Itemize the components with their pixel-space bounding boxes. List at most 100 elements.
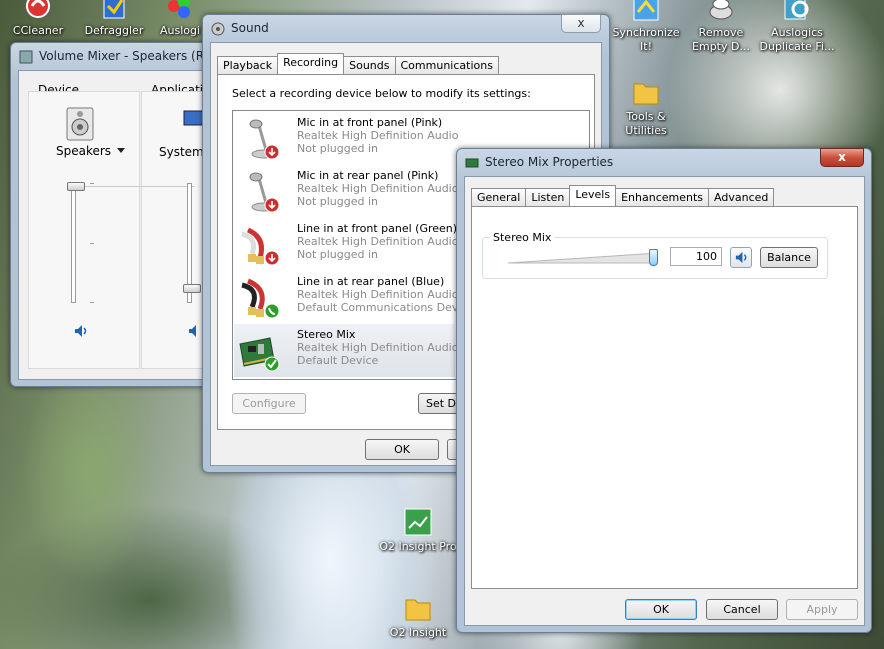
device-name: Line in at rear panel (Blue) bbox=[297, 275, 445, 288]
device-tick bbox=[90, 183, 94, 184]
tab-levels[interactable]: Levels bbox=[569, 185, 617, 206]
speakers-device-name[interactable]: Speakers bbox=[56, 144, 111, 158]
instruction-text: Select a recording device below to modif… bbox=[232, 87, 531, 100]
app-mute-speaker-icon[interactable] bbox=[187, 323, 203, 339]
window-title: Stereo Mix Properties bbox=[485, 155, 614, 169]
tab-enhancements[interactable]: Enhancements bbox=[615, 188, 710, 206]
device-status: Default Communications Device bbox=[297, 301, 475, 314]
device-driver: Realtek High Definition Audio bbox=[297, 288, 459, 301]
device-tick bbox=[90, 243, 94, 244]
device-status: Not plugged in bbox=[297, 142, 379, 155]
device-name: Mic in at front panel (Pink) bbox=[297, 116, 443, 129]
properties-tabs: General Listen Levels Enhancements Advan… bbox=[471, 185, 775, 206]
sound-tabs: Playback Recording Sounds Communications bbox=[217, 53, 499, 74]
close-button[interactable]: x bbox=[820, 148, 864, 167]
speaker-icon bbox=[735, 251, 747, 264]
volume-mixer-window[interactable]: Volume Mixer - Speakers (Real Device App… bbox=[10, 42, 222, 387]
tab-general[interactable]: General bbox=[471, 188, 527, 206]
o2-insight-icon bbox=[404, 508, 432, 536]
tab-recording[interactable]: Recording bbox=[277, 53, 345, 74]
device-driver: Realtek High Definition Audio bbox=[297, 341, 459, 354]
cancel-button[interactable]: Cancel bbox=[706, 599, 778, 620]
list-item[interactable]: Line in at rear panel (Blue) Realtek Hig… bbox=[234, 271, 474, 324]
desktop-icon-remove-empty[interactable]: Remove Empty D... bbox=[681, 0, 761, 54]
window-title: Sound bbox=[231, 21, 269, 35]
mute-button[interactable] bbox=[730, 247, 752, 268]
levels-panel: Stereo Mix 100 Balance bbox=[471, 206, 858, 589]
desktop-icon-label: Auslogi bbox=[159, 24, 201, 37]
desktop-icon-label: O2 Insight bbox=[389, 626, 447, 639]
level-slider-ramp bbox=[508, 252, 658, 264]
level-value-field[interactable]: 100 bbox=[670, 247, 722, 266]
tab-playback[interactable]: Playback bbox=[217, 56, 279, 74]
duplicate-finder-icon bbox=[784, 0, 809, 20]
device-driver: Realtek High Definition Audio bbox=[297, 182, 459, 195]
desktop-icon-label: O2 Insight Pro bbox=[379, 540, 457, 553]
speaker-icon bbox=[19, 50, 33, 64]
device-name: Mic in at rear panel (Pink) bbox=[297, 169, 439, 182]
device-volume-thumb[interactable] bbox=[67, 182, 85, 191]
balance-button[interactable]: Balance bbox=[760, 247, 818, 268]
desktop-icon-o2-insight-pro[interactable]: O2 Insight Pro bbox=[378, 508, 458, 554]
list-item[interactable]: Line in at front panel (Green) Realtek H… bbox=[234, 218, 458, 271]
desktop-icon-ccleaner[interactable]: CCleaner bbox=[0, 0, 78, 38]
ok-button[interactable]: OK bbox=[625, 599, 697, 620]
list-item[interactable]: Mic in at front panel (Pink) Realtek Hig… bbox=[234, 112, 459, 165]
ccleaner-icon bbox=[26, 0, 50, 18]
group-label: Stereo Mix bbox=[490, 231, 555, 244]
desktop-icon-tools-utilities[interactable]: Tools & Utilities bbox=[606, 78, 686, 138]
microphone-icon bbox=[249, 172, 280, 213]
rca-cable-icon bbox=[241, 227, 280, 266]
list-item[interactable]: Stereo Mix Realtek High Definition Audio… bbox=[234, 324, 459, 377]
chevron-down-icon[interactable] bbox=[117, 148, 125, 153]
desktop-icon-label: Remove Empty D... bbox=[692, 26, 750, 53]
close-button[interactable]: x bbox=[561, 14, 601, 33]
device-volume-track bbox=[71, 183, 76, 303]
folder-icon bbox=[633, 83, 659, 105]
ok-button[interactable]: OK bbox=[365, 439, 439, 460]
device-name: Line in at front panel (Green) bbox=[297, 222, 458, 235]
tab-communications[interactable]: Communications bbox=[394, 56, 499, 74]
desktop-icon-label: CCleaner bbox=[12, 24, 64, 37]
stereo-mix-properties-window[interactable]: Stereo Mix Properties x General Listen L… bbox=[456, 148, 872, 633]
microphone-icon bbox=[249, 119, 280, 160]
rca-cable-icon bbox=[241, 278, 280, 319]
tab-listen[interactable]: Listen bbox=[525, 188, 571, 206]
sound-icon bbox=[211, 22, 225, 36]
device-status: Not plugged in bbox=[297, 248, 379, 261]
app-volume-thumb[interactable] bbox=[183, 284, 201, 293]
properties-client: General Listen Levels Enhancements Advan… bbox=[464, 176, 865, 626]
desktop-icon-label: Tools & Utilities bbox=[625, 110, 667, 137]
remove-empty-icon bbox=[709, 0, 733, 20]
list-item[interactable]: Mic in at rear panel (Pink) Realtek High… bbox=[234, 165, 459, 218]
apply-button[interactable]: Apply bbox=[786, 599, 858, 620]
mute-speaker-icon[interactable] bbox=[73, 323, 89, 339]
device-driver: Realtek High Definition Audio bbox=[297, 129, 459, 142]
desktop-icon-label: Auslogics Duplicate Fi... bbox=[759, 26, 835, 53]
desktop-icon-label: Defraggler bbox=[84, 24, 144, 37]
defraggler-icon bbox=[103, 0, 125, 19]
auslogics-icon bbox=[168, 0, 190, 18]
device-status: Default Device bbox=[297, 354, 379, 367]
peak-meter-line bbox=[85, 186, 195, 187]
tab-sounds[interactable]: Sounds bbox=[343, 56, 396, 74]
tab-advanced[interactable]: Advanced bbox=[708, 188, 775, 206]
sound-card-icon bbox=[239, 337, 280, 372]
device-name: Stereo Mix bbox=[297, 328, 356, 341]
desktop-icon-duplicate-finder[interactable]: Auslogics Duplicate Fi... bbox=[757, 0, 837, 54]
device-tick bbox=[90, 302, 94, 303]
desktop-icon-label: Synchronize It! bbox=[612, 26, 680, 53]
desktop-icon-o2-insight[interactable]: O2 Insight bbox=[378, 594, 458, 640]
level-slider-thumb[interactable] bbox=[649, 249, 658, 266]
device-status: Not plugged in bbox=[297, 195, 379, 208]
desktop-icon-synchronize[interactable]: Synchronize It! bbox=[606, 0, 686, 54]
level-slider[interactable] bbox=[508, 249, 658, 266]
desktop-icon-auslogics[interactable]: Auslogi bbox=[150, 0, 210, 38]
folder-icon bbox=[405, 599, 431, 621]
configure-button[interactable]: Configure bbox=[232, 393, 306, 414]
speakers-device-icon[interactable] bbox=[65, 107, 95, 141]
sound-card-icon bbox=[465, 158, 479, 168]
desktop-icon-defraggler[interactable]: Defraggler bbox=[74, 0, 154, 38]
synchronize-icon bbox=[633, 0, 659, 21]
window-title: Volume Mixer - Speakers (Real bbox=[39, 49, 222, 63]
